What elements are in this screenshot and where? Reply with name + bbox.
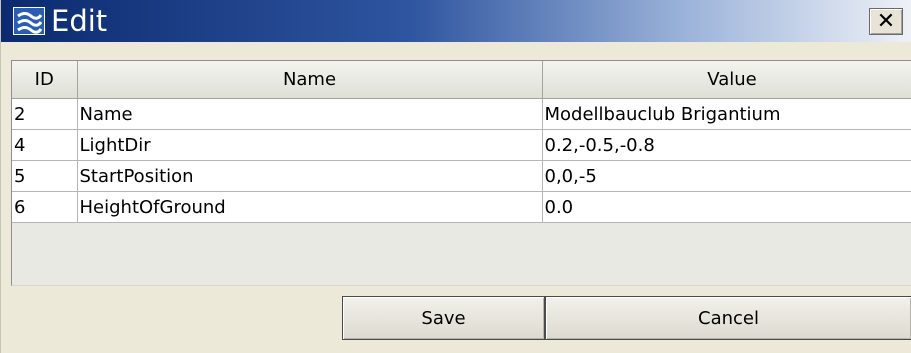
cell-value[interactable]: 0.2,-0.5,-0.8: [542, 129, 911, 161]
cell-id: 4: [12, 129, 78, 161]
cell-id: 5: [12, 160, 78, 192]
table-row[interactable]: 2 Name Modellbauclub Brigantium: [12, 98, 911, 130]
close-button[interactable]: ✕: [869, 8, 903, 35]
cell-value[interactable]: 0.0: [542, 191, 911, 223]
column-header-value[interactable]: Value: [542, 61, 911, 99]
properties-table-area: ID Name Value 2 Name Modellbauclub Briga…: [11, 60, 911, 286]
cell-value[interactable]: 0,0,-5: [542, 160, 911, 192]
cell-id: 2: [12, 98, 78, 130]
title-bar[interactable]: Edit ✕: [1, 0, 911, 42]
cell-id: 6: [12, 191, 78, 223]
cell-name: LightDir: [77, 129, 543, 161]
close-icon: ✕: [876, 9, 896, 34]
cancel-button[interactable]: Cancel: [545, 296, 911, 340]
cell-name: HeightOfGround: [77, 191, 543, 223]
table-row[interactable]: 4 LightDir 0.2,-0.5,-0.8: [12, 129, 911, 161]
window-title: Edit: [51, 4, 108, 38]
column-header-id[interactable]: ID: [12, 61, 78, 99]
table-row[interactable]: 5 StartPosition 0,0,-5: [12, 160, 911, 192]
table-header-row: ID Name Value: [12, 61, 911, 99]
cell-name: Name: [77, 98, 543, 130]
properties-table: ID Name Value 2 Name Modellbauclub Briga…: [12, 61, 911, 223]
cell-name: StartPosition: [77, 160, 543, 192]
edit-dialog: Edit ✕ ID Name Value 2 Name Modellbauclu…: [0, 0, 911, 353]
save-button[interactable]: Save: [342, 296, 545, 340]
table-row[interactable]: 6 HeightOfGround 0.0: [12, 191, 911, 223]
column-header-name[interactable]: Name: [77, 61, 543, 99]
cell-value[interactable]: Modellbauclub Brigantium: [542, 98, 911, 130]
app-logo-icon: [13, 7, 45, 35]
